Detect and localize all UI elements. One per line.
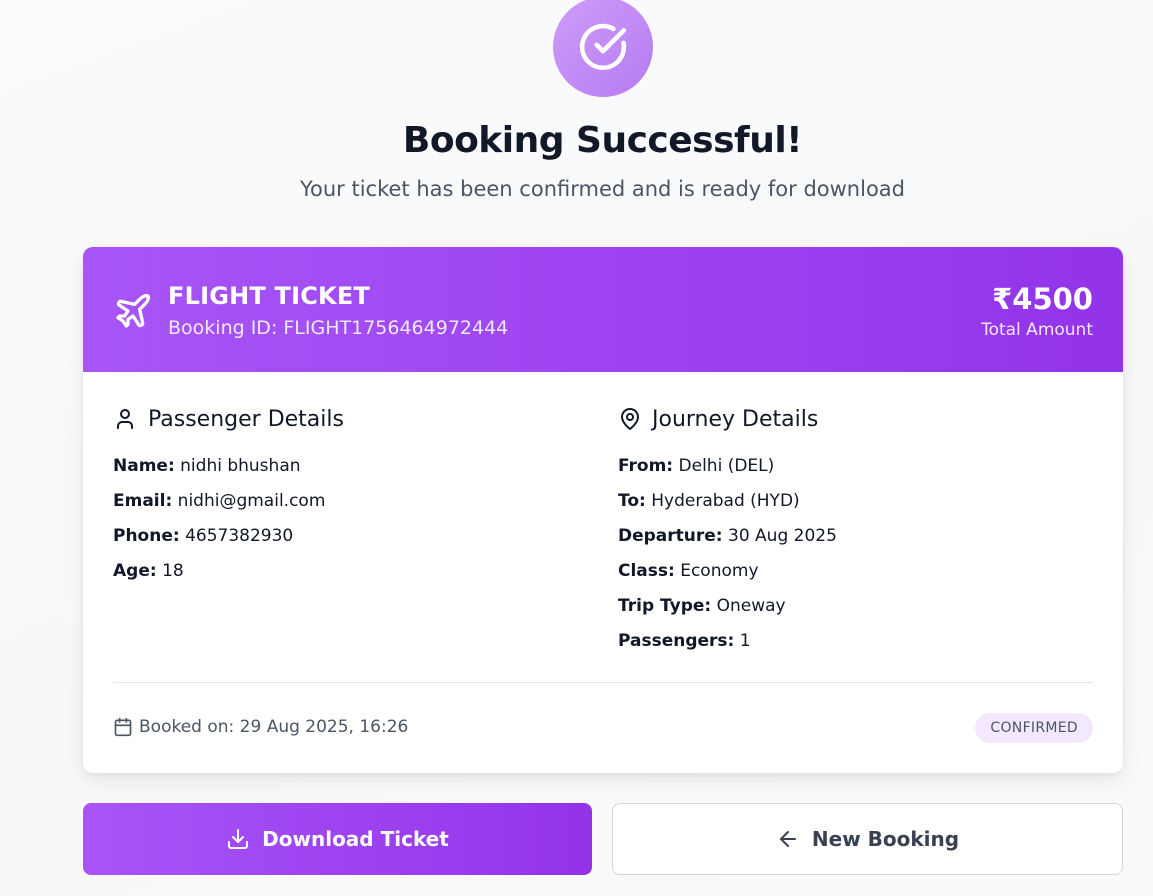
calendar-icon — [114, 717, 132, 737]
journey-departure: Departure: 30 Aug 2025 — [618, 526, 837, 546]
total-amount-label: Total Amount — [981, 320, 1093, 340]
download-icon — [228, 829, 249, 849]
check-circle-icon — [579, 23, 627, 71]
airplane-icon — [116, 294, 150, 328]
page-title: Booking Successful! — [402, 120, 803, 161]
journey-trip-type: Trip Type: Oneway — [618, 596, 786, 616]
booking-id: Booking ID: FLIGHT1756464972444 — [168, 317, 509, 339]
journey-passengers: Passengers: 1 — [618, 631, 751, 651]
ticket-header: FLIGHT TICKET Booking ID: FLIGHT17564649… — [83, 247, 1123, 372]
map-pin-icon — [621, 408, 639, 430]
footer-divider — [113, 682, 1093, 683]
total-amount: ₹4500 — [992, 282, 1093, 316]
passenger-phone: Phone: 4657382930 — [113, 526, 294, 546]
booking-success-page: Booking Successful! Your ticket has been… — [0, 0, 1153, 896]
download-ticket-button[interactable]: Download Ticket — [83, 803, 592, 875]
journey-from: From: Delhi (DEL) — [618, 456, 775, 476]
journey-section-title: Journey Details — [652, 407, 819, 432]
ticket-card: FLIGHT TICKET Booking ID: FLIGHT17564649… — [83, 247, 1123, 773]
page-subtitle: Your ticket has been confirmed and is re… — [299, 177, 905, 201]
user-icon — [117, 409, 133, 429]
new-booking-label: New Booking — [811, 827, 960, 851]
booked-on: Booked on: 29 Aug 2025, 16:26 — [113, 717, 408, 737]
passenger-age: Age: 18 — [113, 561, 184, 581]
passenger-name: Name: nidhi bhushan — [113, 456, 301, 476]
booked-on-text: Booked on: 29 Aug 2025, 16:26 — [139, 717, 409, 737]
journey-to: To: Hyderabad (HYD) — [618, 491, 800, 511]
journey-class: Class: Economy — [618, 561, 759, 581]
status-badge: CONFIRMED — [975, 713, 1093, 743]
success-badge — [553, 0, 653, 97]
ticket-type: FLIGHT TICKET — [168, 282, 371, 310]
download-ticket-label: Download Ticket — [262, 827, 449, 851]
passenger-email: Email: nidhi@gmail.com — [113, 491, 326, 511]
passenger-section-title: Passenger Details — [148, 407, 344, 432]
arrow-left-icon — [779, 831, 796, 847]
new-booking-button[interactable]: New Booking — [612, 803, 1123, 875]
